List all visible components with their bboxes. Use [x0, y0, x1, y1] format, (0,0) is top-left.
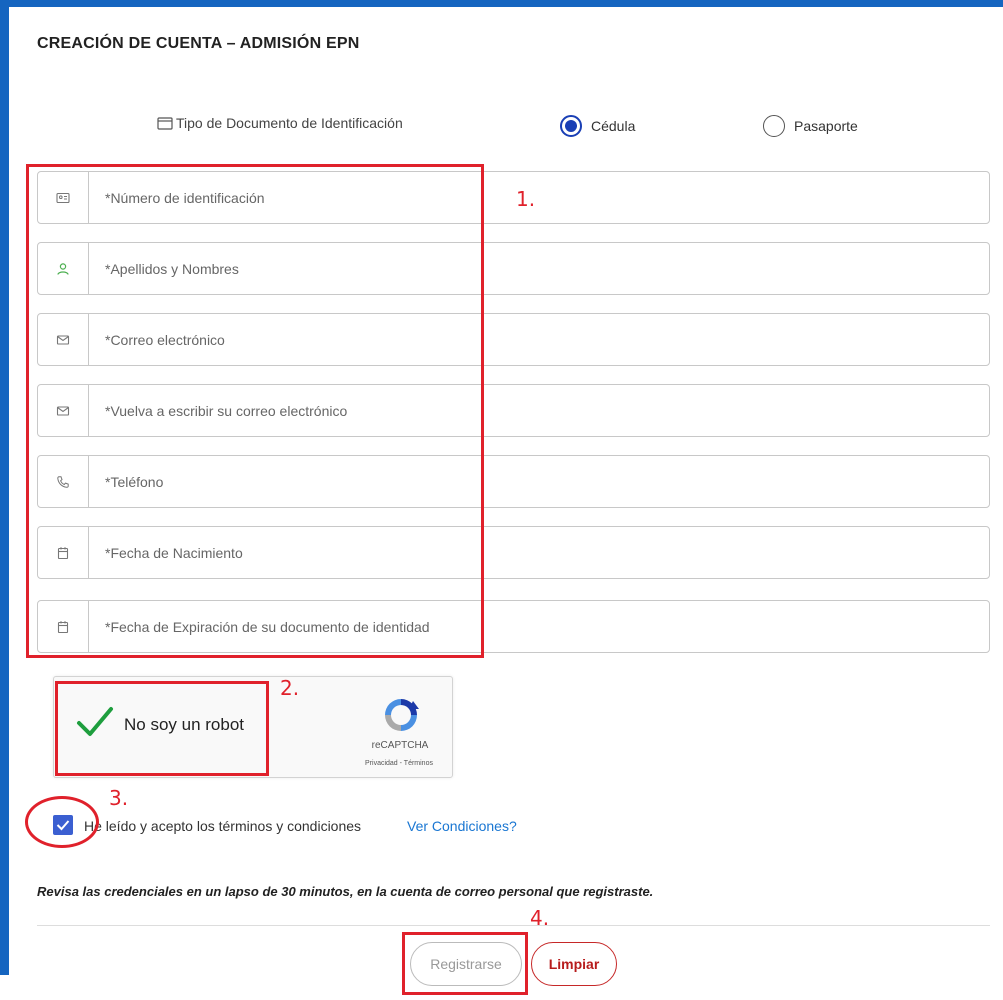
- radio-circle: [763, 115, 785, 137]
- recaptcha-logo-icon: [385, 699, 419, 731]
- radio-label: Cédula: [591, 118, 636, 134]
- document-type-text: Tipo de Documento de Identificación: [176, 115, 403, 131]
- divider: [37, 925, 990, 926]
- annotation-box-recaptcha: [55, 681, 269, 776]
- recaptcha-links[interactable]: Privacidad - Términos: [329, 760, 469, 767]
- annotation-box-register: [402, 932, 528, 995]
- recaptcha-brand: reCAPTCHA: [371, 740, 429, 751]
- credentials-note: Revisa las credenciales en un lapso de 3…: [37, 884, 654, 899]
- radio-label: Pasaporte: [794, 118, 858, 134]
- id-card-icon: [157, 116, 173, 130]
- annotation-label-3: 3.: [109, 786, 129, 810]
- top-accent-bar: [0, 0, 1003, 7]
- annotation-box-fields: [26, 164, 484, 658]
- annotation-label-2: 2.: [280, 676, 300, 700]
- left-accent-bar: [0, 0, 9, 975]
- annotation-label-1: 1.: [516, 187, 536, 211]
- clear-button[interactable]: Limpiar: [531, 942, 617, 986]
- document-type-label: Tipo de Documento de Identificación: [157, 115, 403, 131]
- view-conditions-link[interactable]: Ver Condiciones?: [407, 818, 517, 834]
- annotation-label-4: 4.: [530, 906, 550, 930]
- page-title: CREACIÓN DE CUENTA – ADMISIÓN EPN: [37, 35, 360, 52]
- radio-pasaporte[interactable]: Pasaporte: [763, 115, 858, 137]
- terms-text: He leído y acepto los términos y condici…: [84, 818, 362, 834]
- annotation-ellipse-terms: [25, 796, 99, 848]
- radio-circle: [560, 115, 582, 137]
- radio-cedula[interactable]: Cédula: [560, 115, 635, 137]
